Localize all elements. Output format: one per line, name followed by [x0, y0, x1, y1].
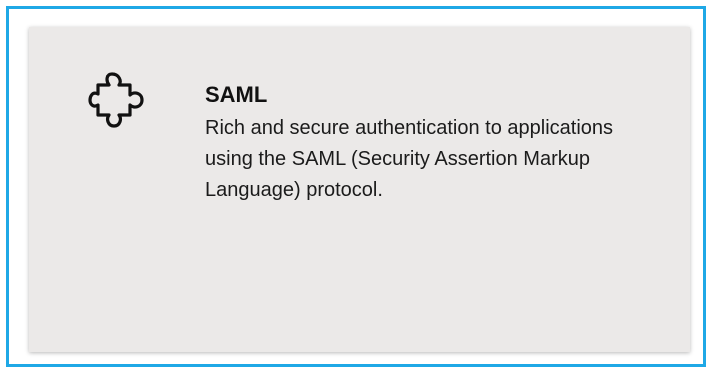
saml-option-card[interactable]: SAML Rich and secure authentication to a… — [29, 27, 690, 352]
card-description: Rich and secure authentication to applic… — [205, 117, 614, 201]
card-text: SAML Rich and secure authentication to a… — [205, 81, 615, 206]
selection-frame: SAML Rich and secure authentication to a… — [6, 6, 706, 367]
card-title: SAML — [205, 82, 268, 107]
puzzle-piece-icon — [87, 71, 149, 133]
